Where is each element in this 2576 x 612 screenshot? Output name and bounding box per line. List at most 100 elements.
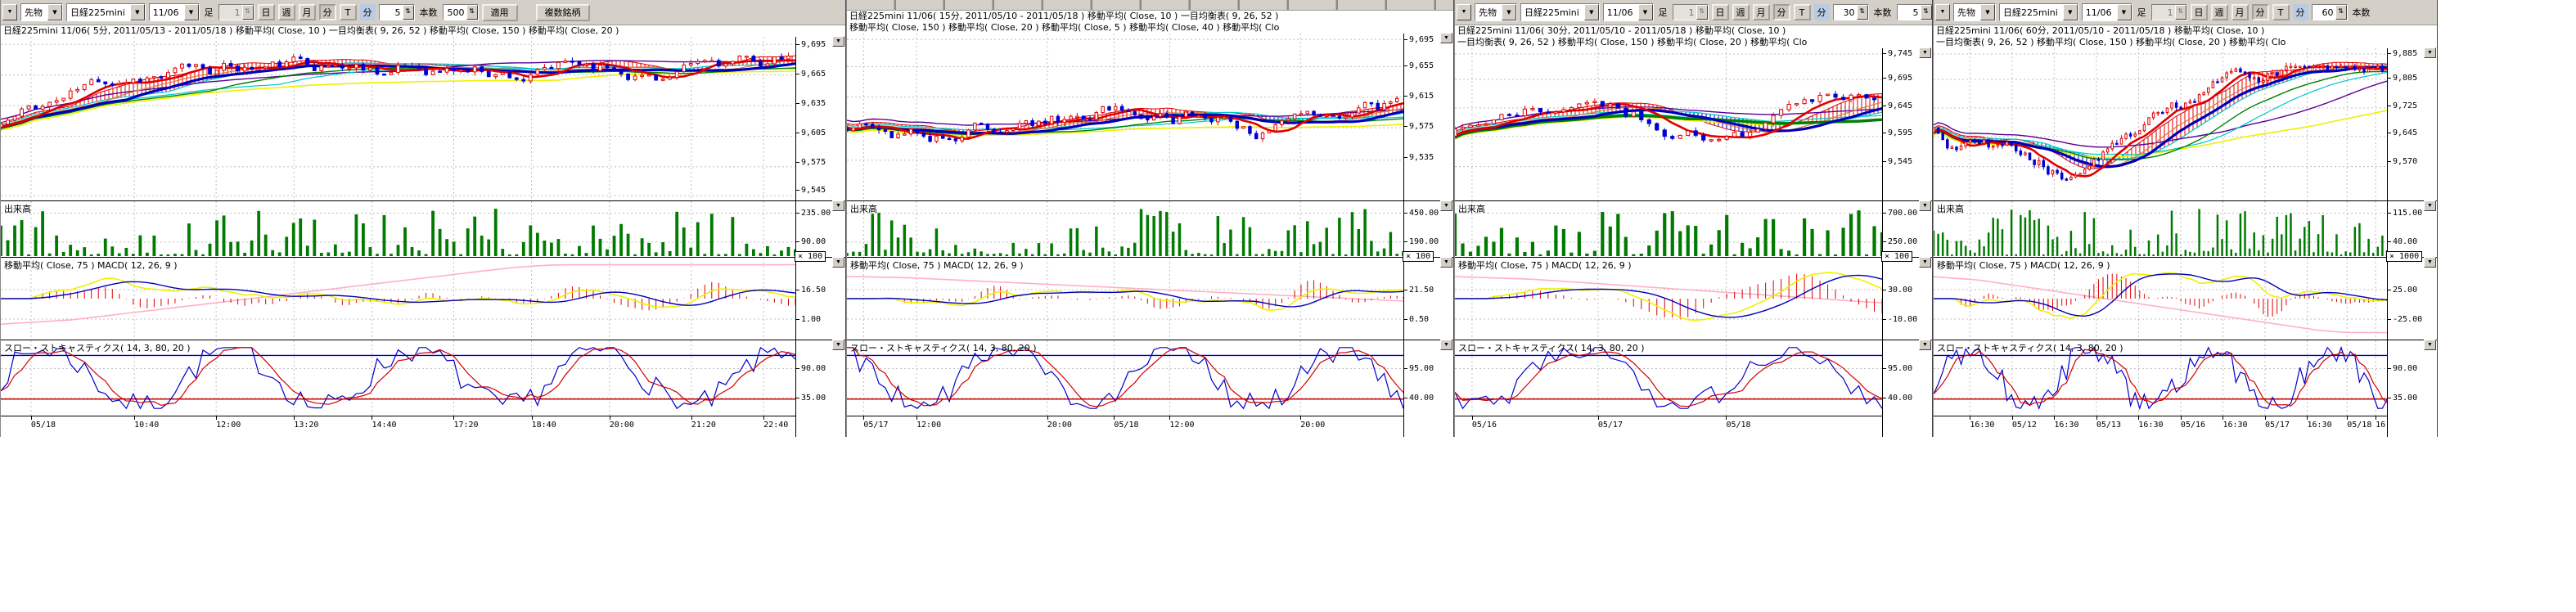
ashi-count-spinner[interactable]: 1⇅ (2151, 4, 2187, 20)
chart-body: 9,6959,6659,6359,6059,5759,545▼出来高235.00… (1, 37, 845, 437)
contract-combo[interactable]: 11/06▼ (149, 3, 200, 21)
collapse-section-button[interactable]: ▼ (832, 200, 844, 211)
y-tick-label: 9,655 (1404, 62, 1434, 70)
minute-spinner[interactable]: 30⇅ (1833, 4, 1869, 20)
apply-button[interactable]: 適用 (482, 4, 518, 21)
y-tick-value: 25.00 (2393, 286, 2417, 295)
bars-spinner-spinner-icon[interactable]: ⇅ (1921, 5, 1932, 20)
market-combo[interactable]: 先物▼ (1475, 3, 1517, 21)
bars-spinner-value: 500 (444, 7, 466, 18)
ashi-count-spinner-spinner-icon[interactable]: ⇅ (1696, 5, 1708, 20)
collapse-section-button[interactable]: ▼ (832, 36, 844, 47)
collapse-section-button[interactable]: ▼ (1919, 340, 1931, 350)
volume-plot-area: 出来高 (847, 201, 1403, 257)
x-tick-mark (1047, 416, 1048, 420)
chart-body: 9,8859,8059,7259,6459,570▼出来高115.0040.00… (1934, 48, 2437, 437)
symbol-combo[interactable]: 日経225mini▼ (66, 3, 146, 21)
x-tick-mark (1598, 416, 1599, 420)
combo-stub-arrow-icon[interactable]: ▼ (2, 4, 17, 20)
contract-combo[interactable]: 11/06▼ (2082, 3, 2132, 21)
period-button-週[interactable]: 週 (1732, 4, 1750, 20)
price-axis: 9,6959,6659,6359,6059,5759,545▼ (795, 37, 845, 200)
x-tick-label: 17:20 (453, 421, 478, 430)
collapse-section-button[interactable]: ▼ (1919, 200, 1931, 211)
y-tick-value: 450.00 (1409, 209, 1439, 218)
combo-stub-arrow-icon[interactable]: ▼ (1935, 4, 1950, 20)
collapse-section-button[interactable]: ▼ (1919, 257, 1931, 268)
chart-panel-3: ▼先物▼日経225mini▼11/06▼足1⇅日週月分T分30⇅本数5⇅日経22… (1454, 0, 1933, 437)
collapse-section-button[interactable]: ▼ (1440, 340, 1452, 350)
y-tick-label: 9,545 (796, 186, 826, 194)
collapse-section-button[interactable]: ▼ (2424, 257, 2436, 268)
collapse-section-button[interactable]: ▼ (2424, 340, 2436, 350)
period-button-週[interactable]: 週 (2211, 4, 2228, 20)
period-button-T[interactable]: T (1794, 4, 1811, 20)
y-tick-label: 35.00 (796, 394, 826, 402)
ashi-count-spinner-spinner-icon[interactable]: ⇅ (2175, 5, 2186, 20)
contract-combo-value: 11/06 (2086, 7, 2117, 18)
collapse-section-button[interactable]: ▼ (1440, 257, 1452, 268)
symbol-combo-arrow-icon: ▼ (2063, 4, 2078, 20)
market-combo[interactable]: 先物▼ (20, 3, 63, 21)
collapse-section-button[interactable]: ▼ (1440, 33, 1452, 43)
period-button-月[interactable]: 月 (1753, 4, 1770, 20)
y-tick-value: 9,885 (2393, 49, 2417, 58)
y-tick-label: 450.00 (1404, 209, 1439, 218)
minute-spinner-spinner-icon[interactable]: ⇅ (403, 5, 414, 20)
minute-spinner-spinner-icon[interactable]: ⇅ (1857, 5, 1868, 20)
bars-spinner[interactable]: 5⇅ (1897, 4, 1933, 20)
y-tick-value: 9,695 (1409, 35, 1434, 44)
bars-label: 本数 (2351, 6, 2372, 19)
period-button-T[interactable]: T (2272, 4, 2290, 20)
period-button-分[interactable]: 分 (1773, 4, 1790, 20)
collapse-section-button[interactable]: ▼ (1919, 47, 1931, 58)
minute-spinner-spinner-icon[interactable]: ⇅ (2335, 5, 2347, 20)
period-button-週[interactable]: 週 (278, 4, 295, 20)
ashi-count-spinner[interactable]: 1⇅ (1673, 4, 1709, 20)
combo-stub-arrow-icon[interactable]: ▼ (1457, 4, 1471, 20)
period-button-分[interactable]: 分 (319, 4, 336, 20)
ashi-count-spinner[interactable]: 1⇅ (218, 4, 254, 20)
bars-spinner-spinner-icon[interactable]: ⇅ (466, 5, 478, 20)
collapse-section-button[interactable]: ▼ (832, 340, 844, 350)
collapse-section-button[interactable]: ▼ (832, 257, 844, 268)
x-tick-label: 05/17 (1598, 421, 1623, 430)
period-button-月[interactable]: 月 (2231, 4, 2249, 20)
x-axis-area: 05/1712:0020:0005/1812:0020:00 (847, 416, 1403, 437)
y-tick-label: 9,695 (1404, 35, 1434, 43)
stoch-plot-area: スロー・ストキャスティクス( 14, 3, 80, 20 ) (847, 340, 1403, 416)
macd-plot-area: 移動平均( Close, 75 ) MACD( 12, 26, 9 ) (847, 258, 1403, 340)
volume-chart-canvas (1455, 201, 1882, 257)
period-button-日[interactable]: 日 (1712, 4, 1729, 20)
x-tick-label: 12:00 (216, 421, 241, 430)
period-button-T[interactable]: T (340, 4, 357, 20)
symbol-combo[interactable]: 日経225mini▼ (1999, 3, 2078, 21)
x-tick-label: 14:40 (372, 421, 396, 430)
collapse-section-button[interactable]: ▼ (1440, 200, 1452, 211)
y-tick-value: 9,595 (1888, 128, 1912, 137)
y-tick-value: 250.00 (1888, 237, 1917, 246)
y-tick-value: 9,725 (2393, 101, 2417, 110)
x-tick-mark (2012, 416, 2013, 420)
period-button-日[interactable]: 日 (2191, 4, 2208, 20)
bars-spinner[interactable]: 500⇅ (443, 4, 479, 20)
chart-body: 9,6959,6559,6159,5759,535▼出来高450.00190.0… (847, 34, 1453, 437)
ashi-count-spinner-spinner-icon[interactable]: ⇅ (242, 5, 254, 20)
market-combo[interactable]: 先物▼ (1953, 3, 1996, 21)
minute-spinner[interactable]: 5⇅ (379, 4, 415, 20)
x-tick-mark (1300, 416, 1301, 420)
period-button-月[interactable]: 月 (299, 4, 316, 20)
stoch-axis: 95.0040.00▼ (1882, 340, 1932, 416)
y-tick-value: 9,645 (1888, 101, 1912, 110)
period-button-日[interactable]: 日 (258, 4, 275, 20)
period-button-分[interactable]: 分 (2252, 4, 2269, 20)
collapse-section-button[interactable]: ▼ (2424, 200, 2436, 211)
volume-section: 出来高700.00250.00▼ (1455, 200, 1932, 257)
symbol-combo[interactable]: 日経225mini▼ (1520, 3, 1600, 21)
contract-combo[interactable]: 11/06▼ (1603, 3, 1654, 21)
stoch-section: スロー・ストキャスティクス( 14, 3, 80, 20 )90.0035.00… (1, 340, 845, 416)
y-tick-label: 25.00 (2388, 286, 2417, 294)
multi-symbol-button[interactable]: 複数銘柄 (536, 4, 590, 21)
collapse-section-button[interactable]: ▼ (2424, 47, 2436, 58)
minute-spinner[interactable]: 60⇅ (2312, 4, 2348, 20)
